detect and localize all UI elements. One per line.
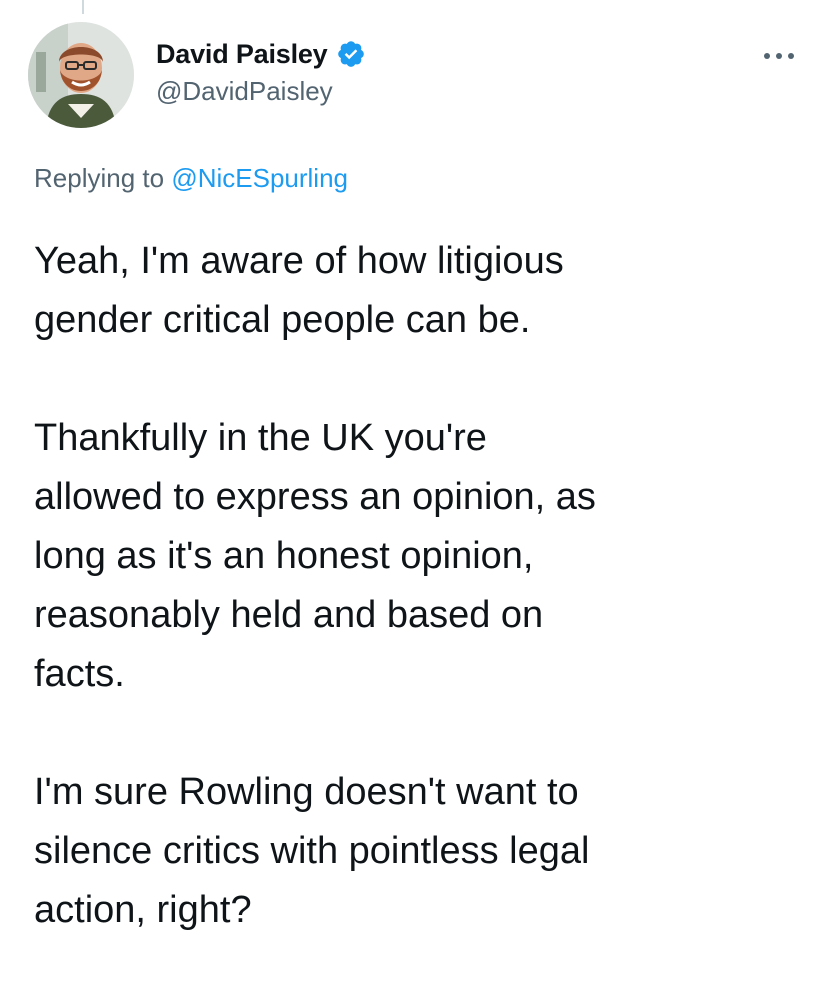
thread-connector-line (82, 0, 84, 14)
author-handle[interactable]: @DavidPaisley (156, 76, 366, 107)
display-name[interactable]: David Paisley (156, 39, 328, 70)
name-row: David Paisley (156, 34, 366, 74)
tweet-text: Yeah, I'm aware of how litigious gender … (34, 232, 804, 940)
avatar[interactable] (28, 22, 134, 128)
verified-badge-icon (337, 41, 364, 67)
replying-to-label: Replying to (34, 163, 165, 193)
bearded-man-avatar-icon (28, 22, 134, 128)
tweet-paragraph: I'm sure Rowling doesn't want to silence… (34, 771, 590, 931)
tweet-paragraph: Thankfully in the UK you're allowed to e… (34, 417, 596, 695)
ellipsis-icon[interactable] (762, 50, 796, 62)
author-block: David Paisley @DavidPaisley (156, 34, 366, 107)
tweet-header: David Paisley @DavidPaisley (28, 22, 804, 132)
tweet-paragraph: Yeah, I'm aware of how litigious gender … (34, 240, 564, 341)
reply-to-handle-link[interactable]: @NicESpurling (171, 163, 348, 193)
replying-to-line: Replying to @NicESpurling (34, 163, 348, 194)
